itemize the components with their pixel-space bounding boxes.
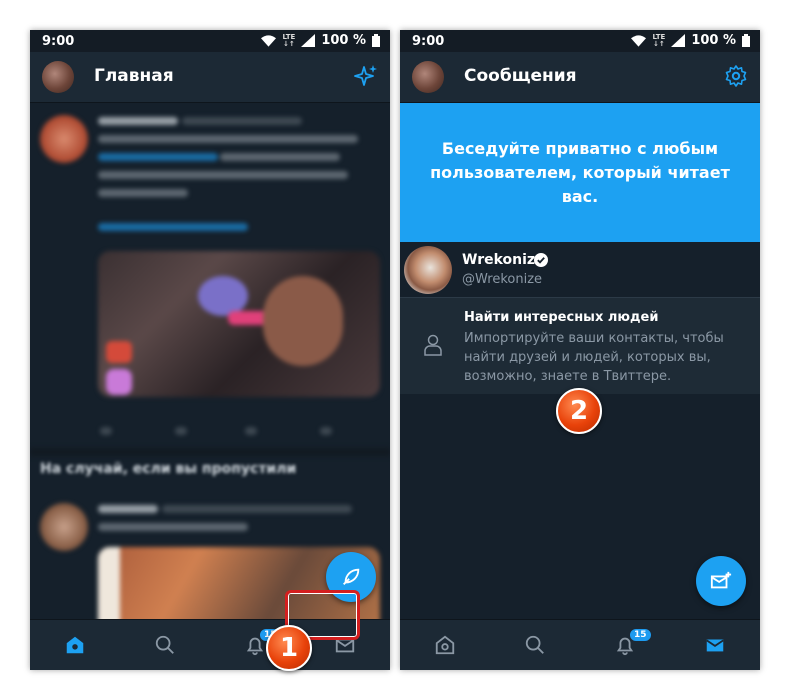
- battery-icon: [372, 34, 380, 47]
- wifi-icon: [631, 34, 647, 47]
- signal-icon: [671, 34, 686, 47]
- suggested-user-row[interactable]: Wrekonize @Wrekonize: [400, 242, 760, 298]
- status-bar: 9:00 LTE ↓↑ 100 %: [30, 30, 390, 52]
- network-label: LTE: [282, 32, 296, 41]
- new-mail-icon: [710, 571, 732, 589]
- nav-home[interactable]: [30, 620, 120, 670]
- network-label: LTE: [652, 32, 666, 41]
- step-marker-1: 1: [266, 625, 312, 671]
- mail-icon: [706, 639, 724, 652]
- page-title: Главная: [94, 66, 174, 86]
- nav-notifications[interactable]: 15: [580, 620, 670, 670]
- top-app-bar: Сообщения: [400, 52, 760, 103]
- dm-promo-banner: Беседуйте приватно с любым пользователем…: [400, 103, 760, 242]
- nav-search[interactable]: [120, 620, 210, 670]
- search-icon: [525, 635, 544, 654]
- home-icon: [66, 636, 84, 654]
- bottom-navigation: 15: [400, 619, 760, 670]
- battery-percent: 100 %: [321, 33, 366, 48]
- section-heading: На случай, если вы пропустили: [40, 461, 297, 477]
- nav-messages[interactable]: [670, 620, 760, 670]
- lte-icon: LTE ↓↑: [282, 32, 296, 48]
- settings-gear-icon[interactable]: [724, 64, 748, 88]
- battery-icon: [742, 34, 750, 47]
- feather-icon: [343, 568, 360, 585]
- user-handle: @Wrekonize: [462, 272, 543, 287]
- nav-home[interactable]: [400, 620, 490, 670]
- person-icon: [424, 334, 442, 356]
- battery-percent: 100 %: [691, 33, 736, 48]
- search-icon: [155, 635, 174, 654]
- phone-home-screen: 9:00 LTE ↓↑ 100 % Главная На случай, есл…: [30, 30, 390, 670]
- lte-icon: LTE ↓↑: [652, 32, 666, 48]
- user-name: Wrekonize: [462, 252, 545, 268]
- profile-avatar[interactable]: [42, 61, 74, 93]
- status-time: 9:00: [412, 34, 445, 49]
- profile-avatar[interactable]: [412, 61, 444, 93]
- tweet-avatar: [40, 115, 88, 163]
- nav-search[interactable]: [490, 620, 580, 670]
- home-feed[interactable]: На случай, если вы пропустили: [30, 103, 390, 620]
- sparkle-icon[interactable]: [354, 64, 378, 88]
- user-avatar: [404, 246, 452, 294]
- signal-icon: [301, 34, 316, 47]
- status-bar: 9:00 LTE ↓↑ 100 %: [400, 30, 760, 52]
- phone-messages-screen: 9:00 LTE ↓↑ 100 % Сообщения Беседуйте при…: [400, 30, 760, 670]
- find-people-title: Найти интересных людей: [464, 310, 659, 325]
- tweet-media-image[interactable]: [98, 251, 380, 397]
- step-marker-2: 2: [556, 388, 602, 434]
- home-icon: [435, 635, 455, 655]
- wifi-icon: [261, 34, 277, 47]
- promo-text: Беседуйте приватно с любым пользователем…: [430, 138, 730, 206]
- find-people-description: Импортируйте ваши контакты, чтобы найти …: [464, 331, 724, 384]
- verified-badge-icon: [534, 253, 548, 267]
- status-time: 9:00: [42, 34, 75, 49]
- tweet-avatar: [40, 503, 88, 551]
- new-message-button[interactable]: [696, 556, 746, 606]
- top-app-bar: Главная: [30, 52, 390, 103]
- notification-badge: 15: [629, 628, 652, 642]
- page-title: Сообщения: [464, 66, 577, 86]
- find-people-row[interactable]: Найти интересных людей Импортируйте ваши…: [400, 298, 760, 394]
